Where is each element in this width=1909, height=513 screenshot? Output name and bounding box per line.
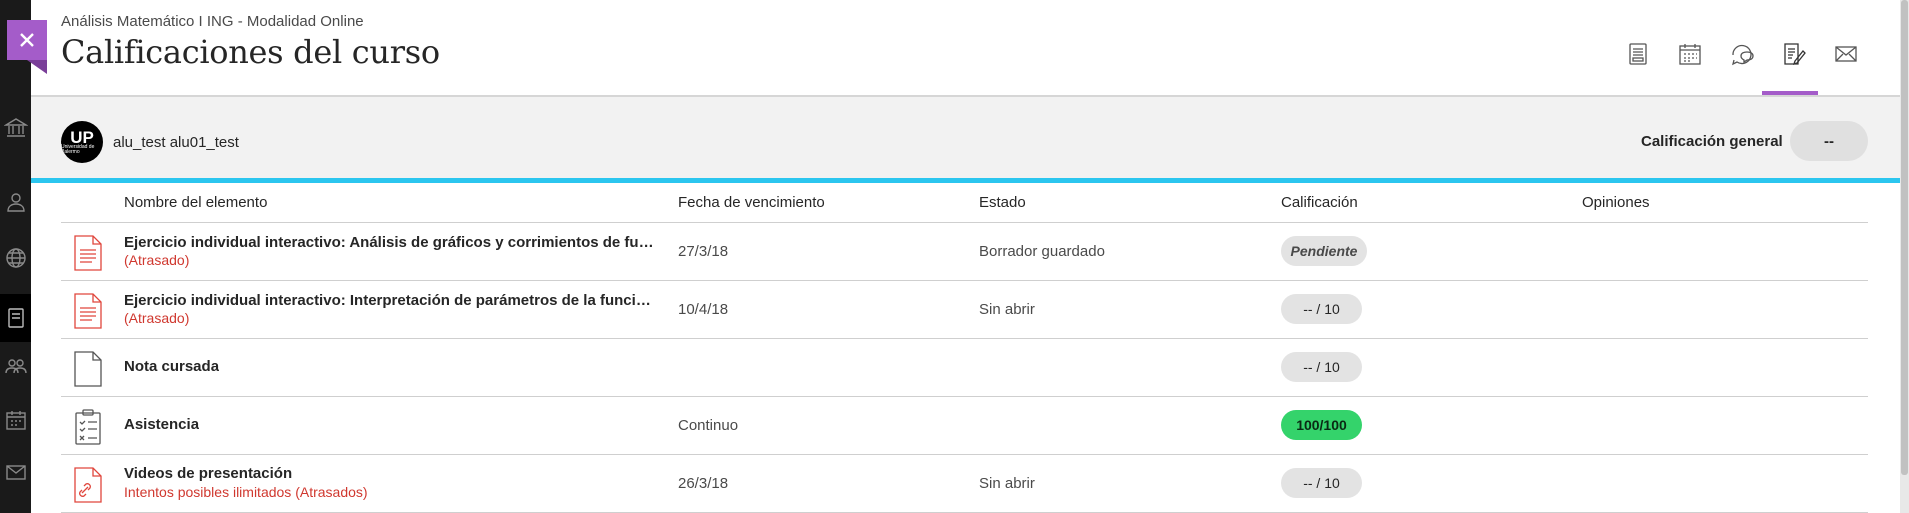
overall-grade-label: Calificación general: [1641, 133, 1783, 150]
institution-icon[interactable]: [4, 116, 28, 140]
blank-document-icon: [73, 350, 103, 388]
close-icon: [20, 33, 34, 47]
calendar-icon[interactable]: [4, 408, 28, 432]
column-header-status: Estado: [979, 194, 1026, 211]
column-header-feedback: Opiniones: [1582, 194, 1650, 211]
mail-icon[interactable]: [4, 460, 28, 484]
grade-pill[interactable]: Pendiente: [1281, 236, 1367, 266]
grade-pill[interactable]: -- / 10: [1281, 352, 1362, 382]
close-button[interactable]: [7, 20, 47, 60]
row-subtitle: Intentos posibles ilimitados (Atrasados): [124, 484, 368, 500]
courses-icon[interactable]: [4, 306, 28, 330]
user-name: alu_test alu01_test: [113, 134, 239, 151]
book-icon[interactable]: [1622, 38, 1654, 70]
row-due-date: Continuo: [678, 417, 739, 434]
column-header-grade: Calificación: [1281, 194, 1358, 211]
link-document-icon: [73, 466, 103, 504]
document-icon: [73, 234, 103, 272]
column-header-due-date: Fecha de vencimiento: [678, 194, 825, 211]
attendance-icon: [73, 408, 103, 446]
row-status: Sin abrir: [979, 301, 1035, 318]
row-due-date: 27/3/18: [678, 243, 729, 260]
course-toolbar: [1622, 38, 1862, 70]
user-summary-bar: [31, 97, 1900, 178]
row-due-date: 26/3/18: [678, 475, 729, 492]
table-row[interactable]: Ejercicio individual interactivo: Anális…: [61, 223, 1868, 281]
column-header-name: Nombre del elemento: [124, 194, 268, 211]
row-status: Borrador guardado: [979, 243, 1105, 260]
row-title[interactable]: Videos de presentación: [124, 465, 292, 482]
table-row[interactable]: Ejercicio individual interactivo: Interp…: [61, 281, 1868, 339]
row-subtitle: (Atrasado): [124, 310, 190, 326]
avatar: UP Universidad de Palermo: [61, 121, 103, 163]
grade-pill[interactable]: -- / 10: [1281, 294, 1362, 324]
row-title[interactable]: Ejercicio individual interactivo: Interp…: [124, 292, 654, 309]
user-bar-divider: [31, 178, 1900, 183]
scrollbar-thumb[interactable]: [1901, 0, 1908, 475]
calendar-icon[interactable]: [1674, 38, 1706, 70]
profile-icon[interactable]: [4, 190, 28, 214]
row-due-date: 10/4/18: [678, 301, 729, 318]
groups-icon[interactable]: [4, 354, 28, 378]
page-title: Calificaciones del curso: [61, 33, 440, 71]
row-subtitle: (Atrasado): [124, 252, 190, 268]
document-icon: [73, 292, 103, 330]
mail-icon[interactable]: [1830, 38, 1862, 70]
row-status: Sin abrir: [979, 475, 1035, 492]
scrollbar[interactable]: [1900, 0, 1909, 513]
course-name: Análisis Matemático I ING - Modalidad On…: [61, 13, 364, 30]
table-row[interactable]: Asistencia Continuo 100/100: [61, 397, 1868, 455]
avatar-logo-text: UP: [70, 127, 94, 147]
table-row[interactable]: Nota cursada -- / 10: [61, 339, 1868, 397]
avatar-logo-subtext: Universidad de Palermo: [61, 143, 95, 155]
discussion-icon[interactable]: [1726, 38, 1758, 70]
globe-icon[interactable]: [4, 246, 28, 270]
grade-pill[interactable]: 100/100: [1281, 410, 1362, 440]
left-navigation-rail: [0, 0, 31, 513]
row-title[interactable]: Ejercicio individual interactivo: Anális…: [124, 234, 654, 251]
close-button-tail: [27, 60, 47, 74]
grade-pill[interactable]: -- / 10: [1281, 468, 1362, 498]
grades-icon[interactable]: [1778, 38, 1810, 70]
table-row[interactable]: Videos de presentación Intentos posibles…: [61, 455, 1868, 513]
row-title[interactable]: Nota cursada: [124, 358, 219, 375]
row-title[interactable]: Asistencia: [124, 416, 199, 433]
overall-grade-pill[interactable]: --: [1790, 121, 1868, 161]
